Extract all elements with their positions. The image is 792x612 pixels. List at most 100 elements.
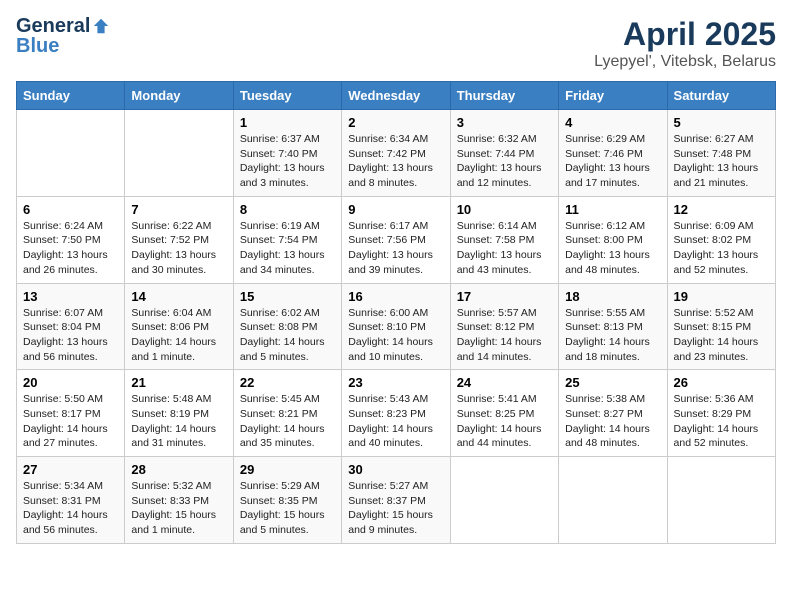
day-number: 20 <box>23 375 118 390</box>
month-title: April 2025 <box>594 16 776 53</box>
weekday-header: Thursday <box>450 82 558 110</box>
calendar-cell: 8Sunrise: 6:19 AM Sunset: 7:54 PM Daylig… <box>233 196 341 283</box>
logo-general-text: General <box>16 16 90 36</box>
day-info: Sunrise: 6:04 AM Sunset: 8:06 PM Dayligh… <box>131 306 226 365</box>
day-number: 6 <box>23 202 118 217</box>
calendar-cell: 5 Sunrise: 6:27 AM Sunset: 7:48 PM Daylig… <box>667 110 775 197</box>
day-info: Sunrise: 5:55 AM Sunset: 8:13 PM Dayligh… <box>565 306 660 365</box>
day-info: Sunrise: 5:34 AM Sunset: 8:31 PM Dayligh… <box>23 479 118 538</box>
calendar-cell: 7 Sunrise: 6:22 AM Sunset: 7:52 PM Daylig… <box>125 196 233 283</box>
calendar-week-row: 13 Sunrise: 6:07 AM Sunset: 8:04 PM Dayli… <box>17 283 776 370</box>
calendar-cell: 20 Sunrise: 5:50 AM Sunset: 8:17 PM Dayli… <box>17 370 125 457</box>
weekday-header: Sunday <box>17 82 125 110</box>
day-number: 29 <box>240 462 335 477</box>
calendar-cell: 29 Sunrise: 5:29 AM Sunset: 8:35 PM Dayli… <box>233 457 341 544</box>
calendar-cell: 18Sunrise: 5:55 AM Sunset: 8:13 PM Dayli… <box>559 283 667 370</box>
day-number: 17 <box>457 289 552 304</box>
calendar-cell: 17 Sunrise: 5:57 AM Sunset: 8:12 PM Dayli… <box>450 283 558 370</box>
calendar-cell <box>559 457 667 544</box>
day-number: 9 <box>348 202 443 217</box>
day-info: Sunrise: 5:38 AM Sunset: 8:27 PM Dayligh… <box>565 392 660 451</box>
day-number: 26 <box>674 375 769 390</box>
logo: General Blue <box>16 16 110 56</box>
logo-icon <box>92 17 110 35</box>
day-info: Sunrise: 5:41 AM Sunset: 8:25 PM Dayligh… <box>457 392 552 451</box>
weekday-header: Wednesday <box>342 82 450 110</box>
day-info: Sunrise: 5:48 AM Sunset: 8:19 PM Dayligh… <box>131 392 226 451</box>
calendar-cell: 24 Sunrise: 5:41 AM Sunset: 8:25 PM Dayli… <box>450 370 558 457</box>
day-number: 1 <box>240 115 335 130</box>
day-info: Sunrise: 6:09 AM Sunset: 8:02 PM Dayligh… <box>674 219 769 278</box>
day-info: Sunrise: 5:32 AM Sunset: 8:33 PM Dayligh… <box>131 479 226 538</box>
day-info: Sunrise: 5:36 AM Sunset: 8:29 PM Dayligh… <box>674 392 769 451</box>
day-number: 3 <box>457 115 552 130</box>
calendar-cell: 22Sunrise: 5:45 AM Sunset: 8:21 PM Dayli… <box>233 370 341 457</box>
day-number: 25 <box>565 375 660 390</box>
calendar-week-row: 27 Sunrise: 5:34 AM Sunset: 8:31 PM Dayli… <box>17 457 776 544</box>
day-number: 16 <box>348 289 443 304</box>
day-number: 14 <box>131 289 226 304</box>
calendar-cell: 13 Sunrise: 6:07 AM Sunset: 8:04 PM Dayli… <box>17 283 125 370</box>
calendar-cell: 16 Sunrise: 6:00 AM Sunset: 8:10 PM Dayli… <box>342 283 450 370</box>
calendar-cell: 30 Sunrise: 5:27 AM Sunset: 8:37 PM Dayli… <box>342 457 450 544</box>
calendar-cell: 11Sunrise: 6:12 AM Sunset: 8:00 PM Dayli… <box>559 196 667 283</box>
day-info: Sunrise: 6:29 AM Sunset: 7:46 PM Dayligh… <box>565 132 660 191</box>
day-number: 27 <box>23 462 118 477</box>
calendar-cell: 10Sunrise: 6:14 AM Sunset: 7:58 PM Dayli… <box>450 196 558 283</box>
calendar-cell: 9Sunrise: 6:17 AM Sunset: 7:56 PM Daylig… <box>342 196 450 283</box>
calendar-cell <box>125 110 233 197</box>
day-info: Sunrise: 6:34 AM Sunset: 7:42 PM Dayligh… <box>348 132 443 191</box>
day-number: 2 <box>348 115 443 130</box>
calendar-cell: 3 Sunrise: 6:32 AM Sunset: 7:44 PM Daylig… <box>450 110 558 197</box>
weekday-header: Saturday <box>667 82 775 110</box>
calendar-cell: 12 Sunrise: 6:09 AM Sunset: 8:02 PM Dayli… <box>667 196 775 283</box>
day-info: Sunrise: 6:07 AM Sunset: 8:04 PM Dayligh… <box>23 306 118 365</box>
day-info: Sunrise: 6:27 AM Sunset: 7:48 PM Dayligh… <box>674 132 769 191</box>
day-info: Sunrise: 6:19 AM Sunset: 7:54 PM Dayligh… <box>240 219 335 278</box>
calendar-cell: 14 Sunrise: 6:04 AM Sunset: 8:06 PM Dayli… <box>125 283 233 370</box>
calendar-week-row: 20 Sunrise: 5:50 AM Sunset: 8:17 PM Dayli… <box>17 370 776 457</box>
weekday-header-row: SundayMondayTuesdayWednesdayThursdayFrid… <box>17 82 776 110</box>
calendar-cell: 6 Sunrise: 6:24 AM Sunset: 7:50 PM Daylig… <box>17 196 125 283</box>
location-title: Lyepyel', Vitebsk, Belarus <box>594 53 776 71</box>
day-number: 23 <box>348 375 443 390</box>
calendar-week-row: 6 Sunrise: 6:24 AM Sunset: 7:50 PM Daylig… <box>17 196 776 283</box>
day-info: Sunrise: 5:57 AM Sunset: 8:12 PM Dayligh… <box>457 306 552 365</box>
day-info: Sunrise: 5:52 AM Sunset: 8:15 PM Dayligh… <box>674 306 769 365</box>
calendar-cell: 26 Sunrise: 5:36 AM Sunset: 8:29 PM Dayli… <box>667 370 775 457</box>
day-info: Sunrise: 5:45 AM Sunset: 8:21 PM Dayligh… <box>240 392 335 451</box>
day-info: Sunrise: 6:00 AM Sunset: 8:10 PM Dayligh… <box>348 306 443 365</box>
day-number: 28 <box>131 462 226 477</box>
day-info: Sunrise: 5:27 AM Sunset: 8:37 PM Dayligh… <box>348 479 443 538</box>
day-number: 24 <box>457 375 552 390</box>
calendar-cell: 15Sunrise: 6:02 AM Sunset: 8:08 PM Dayli… <box>233 283 341 370</box>
day-number: 21 <box>131 375 226 390</box>
day-info: Sunrise: 5:50 AM Sunset: 8:17 PM Dayligh… <box>23 392 118 451</box>
calendar-cell <box>667 457 775 544</box>
logo-blue-text: Blue <box>16 36 59 56</box>
weekday-header: Monday <box>125 82 233 110</box>
day-number: 7 <box>131 202 226 217</box>
calendar-cell: 4 Sunrise: 6:29 AM Sunset: 7:46 PM Daylig… <box>559 110 667 197</box>
calendar-cell: 2 Sunrise: 6:34 AM Sunset: 7:42 PM Daylig… <box>342 110 450 197</box>
day-info: Sunrise: 6:24 AM Sunset: 7:50 PM Dayligh… <box>23 219 118 278</box>
header: General Blue April 2025 Lyepyel', Vitebs… <box>16 16 776 71</box>
day-info: Sunrise: 6:37 AM Sunset: 7:40 PM Dayligh… <box>240 132 335 191</box>
calendar-cell: 19Sunrise: 5:52 AM Sunset: 8:15 PM Dayli… <box>667 283 775 370</box>
day-number: 4 <box>565 115 660 130</box>
calendar-cell: 28 Sunrise: 5:32 AM Sunset: 8:33 PM Dayli… <box>125 457 233 544</box>
calendar-cell <box>17 110 125 197</box>
day-number: 13 <box>23 289 118 304</box>
calendar-cell <box>450 457 558 544</box>
calendar-cell: 21 Sunrise: 5:48 AM Sunset: 8:19 PM Dayli… <box>125 370 233 457</box>
day-info: Sunrise: 6:32 AM Sunset: 7:44 PM Dayligh… <box>457 132 552 191</box>
day-number: 5 <box>674 115 769 130</box>
calendar-cell: 27 Sunrise: 5:34 AM Sunset: 8:31 PM Dayli… <box>17 457 125 544</box>
calendar-cell: 23Sunrise: 5:43 AM Sunset: 8:23 PM Dayli… <box>342 370 450 457</box>
day-info: Sunrise: 5:29 AM Sunset: 8:35 PM Dayligh… <box>240 479 335 538</box>
day-number: 10 <box>457 202 552 217</box>
day-number: 12 <box>674 202 769 217</box>
day-info: Sunrise: 6:12 AM Sunset: 8:00 PM Dayligh… <box>565 219 660 278</box>
day-info: Sunrise: 6:22 AM Sunset: 7:52 PM Dayligh… <box>131 219 226 278</box>
day-number: 30 <box>348 462 443 477</box>
